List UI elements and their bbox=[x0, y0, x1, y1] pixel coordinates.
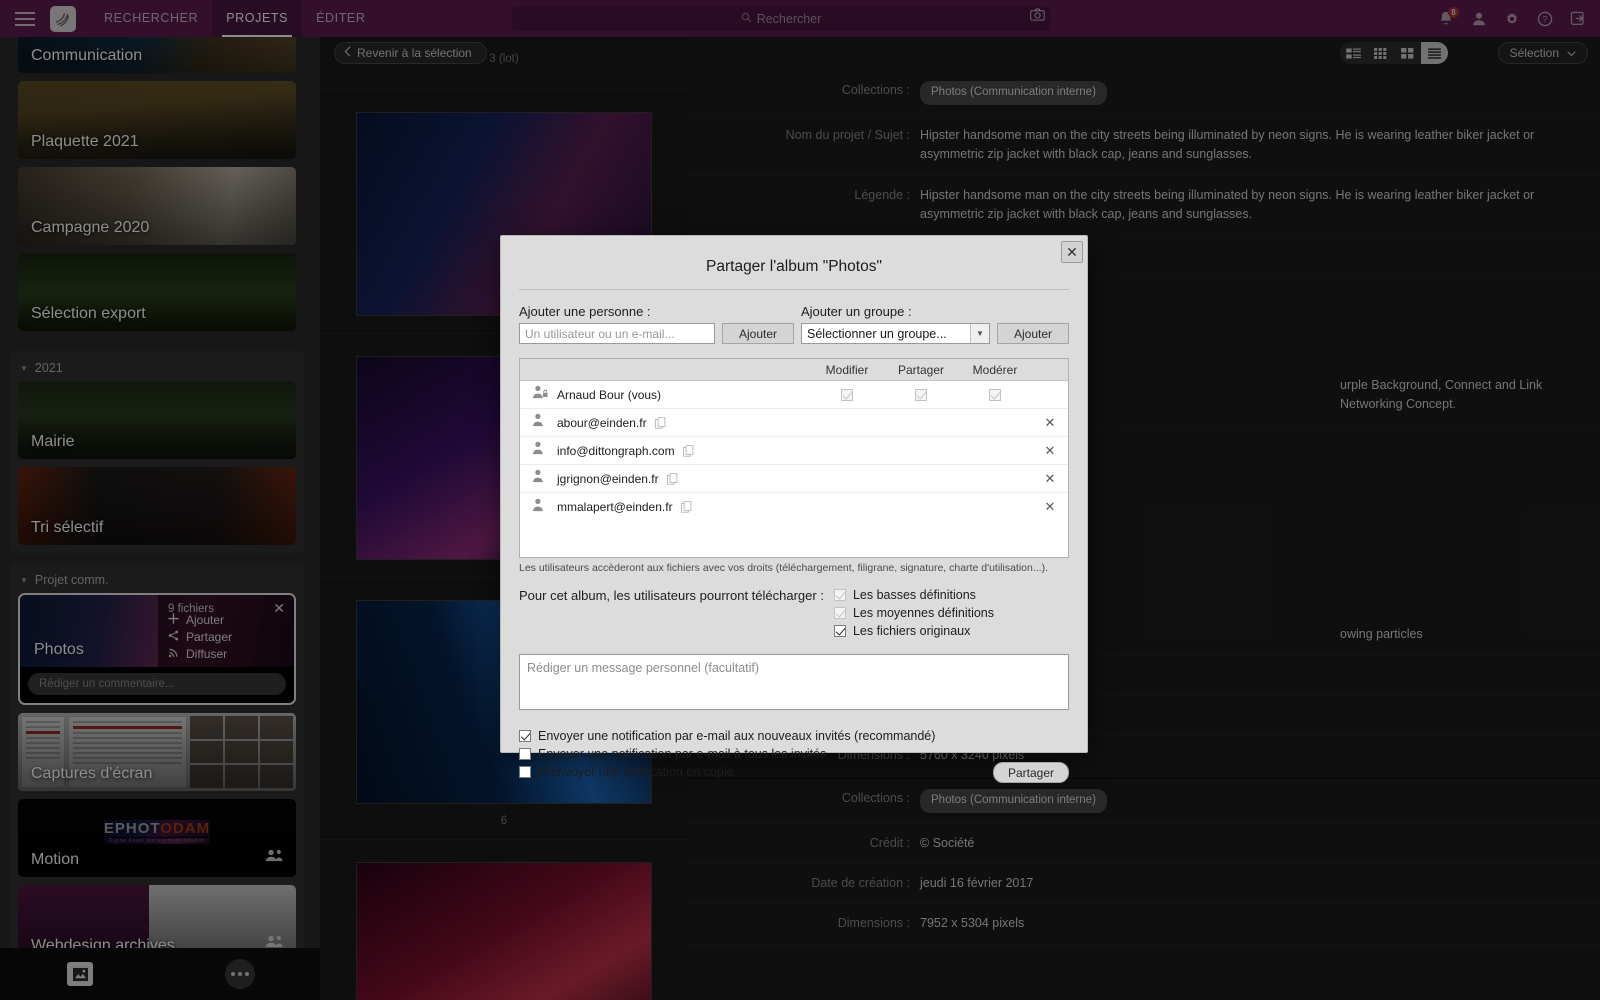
th-modifier: Modifier bbox=[810, 363, 884, 377]
user-icon bbox=[532, 413, 549, 432]
user-icon bbox=[532, 469, 549, 488]
share-checkbox bbox=[915, 389, 927, 401]
download-options-list: Les basses définitions Les moyennes défi… bbox=[834, 588, 994, 642]
remove-user-button[interactable]: ✕ bbox=[1032, 471, 1068, 487]
add-person-button[interactable]: Ajouter bbox=[722, 323, 794, 344]
option-label: Envoyer une notification par e-mail à to… bbox=[538, 747, 826, 761]
person-input[interactable] bbox=[519, 323, 715, 344]
table-row: jgrignon@einden.fr ✕ bbox=[520, 465, 1068, 493]
moderate-checkbox bbox=[989, 389, 1001, 401]
personal-message-textarea[interactable] bbox=[519, 654, 1069, 710]
user-cell: mmalapert@einden.fr bbox=[520, 498, 810, 517]
dialog-body: Ajouter une personne : Ajouter Ajouter u… bbox=[501, 290, 1087, 783]
chevron-down-icon: ▼ bbox=[970, 324, 989, 343]
user-icon bbox=[532, 498, 549, 517]
app-root: RECHERCHER PROJETS ÉDITER Rechercher 8 bbox=[0, 0, 1600, 1000]
add-person-row: Ajouter bbox=[519, 323, 801, 344]
share-button[interactable]: Partager bbox=[993, 762, 1069, 783]
user-cell: info@dittongraph.com bbox=[520, 441, 810, 460]
add-group-button[interactable]: Ajouter bbox=[997, 323, 1069, 344]
group-select[interactable]: Sélectionner un groupe... ▼ bbox=[801, 323, 990, 344]
cell-modifier bbox=[810, 389, 884, 401]
dialog-footer: Envoyer une notification par e-mail aux … bbox=[519, 729, 1069, 783]
notify-all-guests-option[interactable]: Envoyer une notification par e-mail à to… bbox=[519, 747, 993, 761]
user-name: Arnaud Bour (vous) bbox=[557, 388, 661, 402]
shared-users-table: Modifier Partager Modérer Arnaud Bour (v… bbox=[519, 358, 1069, 558]
user-cell: abour@einden.fr bbox=[520, 413, 810, 432]
low-def-checkbox bbox=[834, 589, 846, 601]
table-row: Arnaud Bour (vous) bbox=[520, 381, 1068, 409]
copy-icon[interactable] bbox=[683, 445, 694, 457]
option-label: Les fichiers originaux bbox=[853, 624, 970, 638]
rights-note: Les utilisateurs accèderont aux fichiers… bbox=[519, 562, 1069, 574]
copy-icon[interactable] bbox=[681, 501, 692, 513]
user-name: jgrignon@einden.fr bbox=[557, 472, 659, 486]
download-options-section: Pour cet album, les utilisateurs pourron… bbox=[519, 588, 1069, 642]
option-label: Les basses définitions bbox=[853, 588, 976, 602]
user-cell: Arnaud Bour (vous) bbox=[520, 385, 810, 404]
notify-me-copy-checkbox[interactable] bbox=[519, 766, 531, 778]
user-cell: jgrignon@einden.fr bbox=[520, 469, 810, 488]
close-icon[interactable]: ✕ bbox=[1061, 241, 1083, 263]
add-person-label: Ajouter une personne : bbox=[519, 304, 801, 319]
user-name: mmalapert@einden.fr bbox=[557, 500, 673, 514]
notify-me-copy-option[interactable]: M'envoyer une notification en copie bbox=[519, 765, 993, 779]
table-row: abour@einden.fr ✕ bbox=[520, 409, 1068, 437]
group-select-value: Sélectionner un groupe... bbox=[807, 327, 947, 341]
share-album-dialog: ✕ Partager l'album "Photos" Ajouter une … bbox=[500, 235, 1088, 753]
remove-user-button[interactable]: ✕ bbox=[1032, 443, 1068, 459]
medium-def-checkbox bbox=[834, 607, 846, 619]
copy-icon[interactable] bbox=[655, 417, 666, 429]
cell-partager bbox=[884, 389, 958, 401]
option-label: Les moyennes définitions bbox=[853, 606, 994, 620]
add-group-row: Sélectionner un groupe... ▼ Ajouter bbox=[801, 323, 1069, 344]
remove-user-button[interactable]: ✕ bbox=[1032, 415, 1068, 431]
remove-user-button[interactable]: ✕ bbox=[1032, 499, 1068, 515]
cell-moderer bbox=[958, 389, 1032, 401]
download-option-medium: Les moyennes définitions bbox=[834, 606, 994, 620]
download-option-low: Les basses définitions bbox=[834, 588, 994, 602]
th-partager: Partager bbox=[884, 363, 958, 377]
option-label: Envoyer une notification par e-mail aux … bbox=[538, 729, 935, 743]
notify-all-guests-checkbox[interactable] bbox=[519, 748, 531, 760]
notify-new-guests-option[interactable]: Envoyer une notification par e-mail aux … bbox=[519, 729, 993, 743]
table-row: info@dittongraph.com ✕ bbox=[520, 437, 1068, 465]
download-options-label: Pour cet album, les utilisateurs pourron… bbox=[519, 588, 834, 642]
user-icon bbox=[532, 441, 549, 460]
th-moderer: Modérer bbox=[958, 363, 1032, 377]
user-name: abour@einden.fr bbox=[557, 416, 647, 430]
option-label: M'envoyer une notification en copie bbox=[538, 765, 734, 779]
copy-icon[interactable] bbox=[667, 473, 678, 485]
table-row: mmalapert@einden.fr ✕ bbox=[520, 493, 1068, 521]
user-owner-icon bbox=[532, 385, 549, 404]
notify-new-guests-checkbox[interactable] bbox=[519, 730, 531, 742]
user-name: info@dittongraph.com bbox=[557, 444, 675, 458]
table-header-row: Modifier Partager Modérer bbox=[520, 359, 1068, 381]
original-files-checkbox[interactable] bbox=[834, 625, 846, 637]
add-person-section: Ajouter une personne : Ajouter bbox=[519, 304, 801, 344]
notification-options-list: Envoyer une notification par e-mail aux … bbox=[519, 729, 993, 783]
download-option-original[interactable]: Les fichiers originaux bbox=[834, 624, 994, 638]
dialog-title: Partager l'album "Photos" bbox=[501, 236, 1087, 289]
modify-checkbox bbox=[841, 389, 853, 401]
add-group-label: Ajouter un groupe : bbox=[801, 304, 1069, 319]
add-group-section: Ajouter un groupe : Sélectionner un grou… bbox=[801, 304, 1069, 344]
add-row: Ajouter une personne : Ajouter Ajouter u… bbox=[519, 304, 1069, 344]
